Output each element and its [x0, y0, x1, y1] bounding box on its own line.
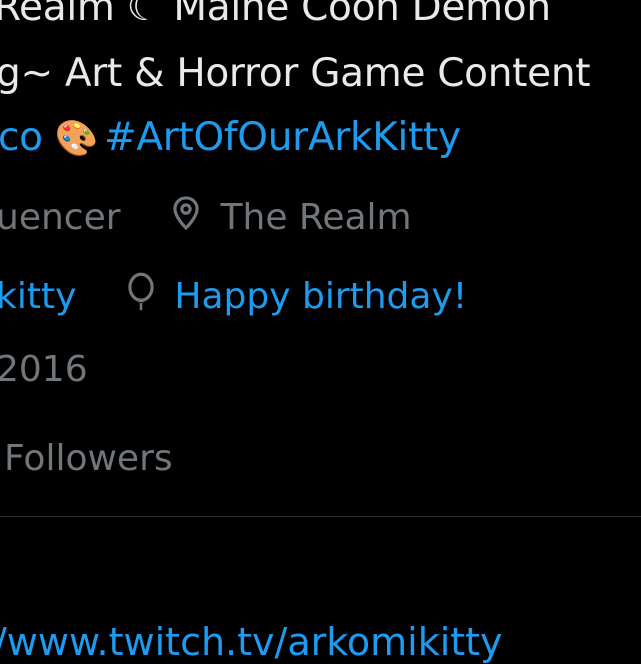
- followers-link[interactable]: Followers: [4, 438, 173, 479]
- bio-line-3: co 🎨 #ArtOfOurArkKitty: [0, 118, 461, 157]
- profile-location: The Realm: [220, 197, 412, 238]
- balloon-icon: [122, 271, 160, 322]
- joined-date: 2016: [0, 349, 88, 390]
- bio-line-2: g~ Art & Horror Game Content: [0, 51, 591, 96]
- profile-joined: 2016: [0, 349, 88, 390]
- profile-category: uencer: [0, 197, 121, 238]
- hashtag-link[interactable]: #ArtOfOurArkKitty: [104, 115, 461, 160]
- bio-line-1: Realm ☾ Maine Coon Demon: [0, 0, 551, 30]
- section-divider: [0, 516, 641, 517]
- profile-meta-row-1: uencer The Realm: [0, 193, 412, 242]
- profile-website-link[interactable]: kitty: [0, 276, 76, 317]
- birthday-text[interactable]: Happy birthday!: [174, 276, 467, 317]
- artist-palette-icon: 🎨: [54, 119, 99, 159]
- profile-meta-row-2: kitty Happy birthday!: [0, 271, 467, 322]
- bio-line-3-prefix[interactable]: co: [0, 115, 43, 160]
- location-pin-icon: [167, 193, 205, 242]
- twitch-url-link[interactable]: /www.twitch.tv/arkomikitty: [0, 620, 503, 664]
